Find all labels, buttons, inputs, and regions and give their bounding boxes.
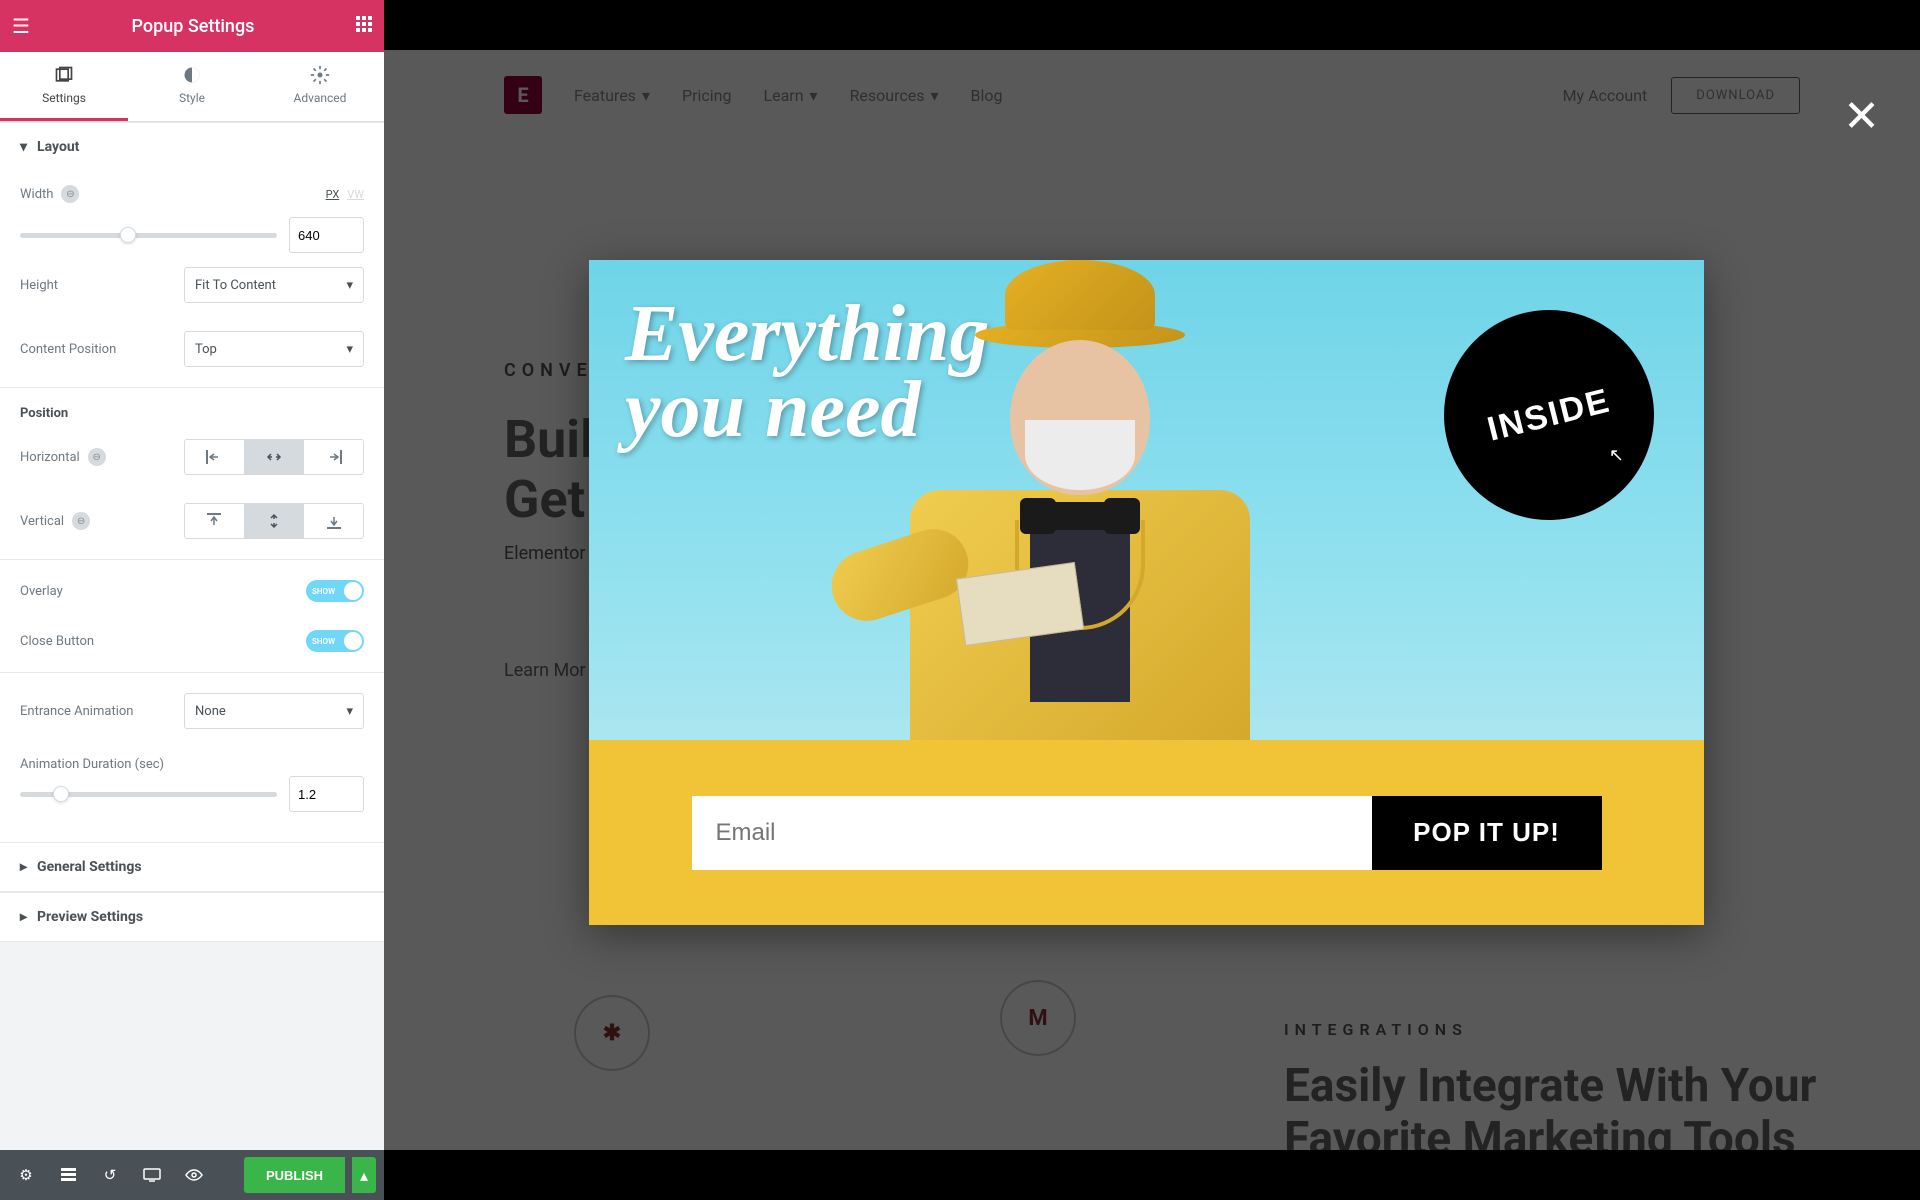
align-bottom-button[interactable]: [304, 504, 363, 538]
chevron-down-icon: ▾: [346, 342, 353, 357]
chevron-down-icon: ▾: [346, 704, 353, 719]
caret-right-icon: ▸: [20, 909, 27, 925]
cursor-icon: ↖: [1609, 445, 1624, 466]
toggle-text: SHOW: [312, 637, 335, 646]
sidebar-body: ▾ Layout Width ⊖ PX VW Height: [0, 122, 384, 1150]
align-top-button[interactable]: [185, 504, 245, 538]
align-left-button[interactable]: [185, 440, 245, 474]
align-center-button[interactable]: [245, 440, 305, 474]
align-middle-button[interactable]: [245, 504, 305, 538]
width-slider-row: [20, 217, 364, 253]
select-value: Fit To Content: [195, 278, 276, 293]
height-select[interactable]: Fit To Content ▾: [184, 267, 364, 303]
tab-label: Style: [179, 91, 205, 105]
unit-vw[interactable]: VW: [347, 188, 364, 201]
horizontal-label: Horizontal: [20, 450, 80, 465]
sidebar-header: ☰ Popup Settings: [0, 0, 384, 52]
content-position-select[interactable]: Top ▾: [184, 331, 364, 367]
sidebar-panel: ☰ Popup Settings Settings Style Advanced…: [0, 0, 384, 1150]
hero-image: [860, 280, 1300, 740]
toggle-text: SHOW: [312, 587, 335, 596]
publish-options-button[interactable]: ▴: [352, 1157, 376, 1193]
tab-style[interactable]: Style: [128, 52, 256, 121]
popup-hero: Everythingyou need INSIDE ↖: [589, 260, 1704, 740]
publish-button[interactable]: PUBLISH: [244, 1157, 345, 1193]
sidebar-tabs: Settings Style Advanced: [0, 52, 384, 122]
section-title: Layout: [37, 139, 79, 155]
select-value: Top: [195, 342, 217, 357]
responsive-icon[interactable]: [134, 1157, 170, 1193]
control-vertical: Vertical ⊖: [20, 489, 364, 553]
section-title: General Settings: [37, 859, 142, 875]
vertical-align-group: [184, 503, 364, 539]
section-layout-header[interactable]: ▾ Layout: [0, 122, 384, 171]
section-title: Preview Settings: [37, 909, 143, 925]
control-close-button: Close Button SHOW: [20, 616, 364, 666]
control-animation-duration: Animation Duration (sec): [20, 743, 364, 776]
reset-icon[interactable]: ⊖: [72, 512, 90, 530]
animation-duration-label: Animation Duration (sec): [20, 757, 164, 772]
history-icon[interactable]: ↺: [92, 1157, 128, 1193]
entrance-animation-select[interactable]: None ▾: [184, 693, 364, 729]
unit-px[interactable]: PX: [326, 188, 340, 201]
apps-icon[interactable]: [356, 16, 372, 37]
tab-advanced[interactable]: Advanced: [256, 52, 384, 121]
popup-close-icon[interactable]: ✕: [1843, 90, 1880, 142]
caret-right-icon: ▸: [20, 859, 27, 875]
reset-icon[interactable]: ⊖: [61, 185, 79, 203]
close-button-label: Close Button: [20, 634, 94, 649]
popup: Everythingyou need INSIDE ↖ POP IT UP!: [589, 260, 1704, 925]
width-slider[interactable]: [20, 233, 277, 238]
caret-down-icon: ▾: [20, 139, 27, 155]
control-horizontal: Horizontal ⊖: [20, 425, 364, 489]
navigator-icon[interactable]: [50, 1157, 86, 1193]
animation-duration-slider[interactable]: [20, 792, 277, 797]
tab-label: Advanced: [294, 91, 347, 105]
panel-title: Popup Settings: [30, 16, 356, 37]
menu-icon[interactable]: ☰: [12, 14, 30, 38]
control-entrance-animation: Entrance Animation None ▾: [20, 679, 364, 743]
black-bar: [384, 1150, 1920, 1200]
animation-duration-input[interactable]: [289, 776, 364, 812]
section-general-header[interactable]: ▸ General Settings: [0, 842, 384, 892]
chevron-down-icon: ▾: [346, 278, 353, 293]
width-input[interactable]: [289, 217, 364, 253]
section-layout-body: Width ⊖ PX VW Height Fit To Content ▾: [0, 171, 384, 842]
popup-submit-button[interactable]: POP IT UP!: [1372, 796, 1602, 870]
control-content-position: Content Position Top ▾: [20, 317, 364, 381]
select-value: None: [195, 704, 226, 719]
entrance-animation-label: Entrance Animation: [20, 704, 133, 719]
overlay-label: Overlay: [20, 584, 63, 599]
section-preview-header[interactable]: ▸ Preview Settings: [0, 892, 384, 942]
align-right-button[interactable]: [304, 440, 363, 474]
vertical-label: Vertical: [20, 514, 64, 529]
content-position-label: Content Position: [20, 342, 116, 357]
settings-icon[interactable]: ⚙: [8, 1157, 44, 1193]
reset-icon[interactable]: ⊖: [88, 448, 106, 466]
bottom-bar: ⚙ ↺ PUBLISH ▴: [0, 1150, 384, 1200]
position-sublabel: Position: [20, 394, 364, 425]
height-label: Height: [20, 278, 58, 293]
control-overlay: Overlay SHOW: [20, 566, 364, 616]
inside-badge[interactable]: INSIDE: [1422, 288, 1677, 543]
control-width: Width ⊖ PX VW: [20, 171, 364, 217]
tab-settings[interactable]: Settings: [0, 52, 128, 121]
close-button-toggle[interactable]: SHOW: [306, 630, 364, 652]
control-height: Height Fit To Content ▾: [20, 253, 364, 317]
horizontal-align-group: [184, 439, 364, 475]
preview-icon[interactable]: [176, 1157, 212, 1193]
email-input[interactable]: [692, 796, 1372, 870]
preview-area: E Features ▾ Pricing Learn ▾ Resources ▾…: [384, 50, 1920, 1150]
width-label: Width: [20, 187, 53, 202]
tab-label: Settings: [42, 91, 86, 105]
animation-duration-slider-row: [20, 776, 364, 826]
overlay-toggle[interactable]: SHOW: [306, 580, 364, 602]
popup-form: POP IT UP!: [589, 740, 1704, 925]
